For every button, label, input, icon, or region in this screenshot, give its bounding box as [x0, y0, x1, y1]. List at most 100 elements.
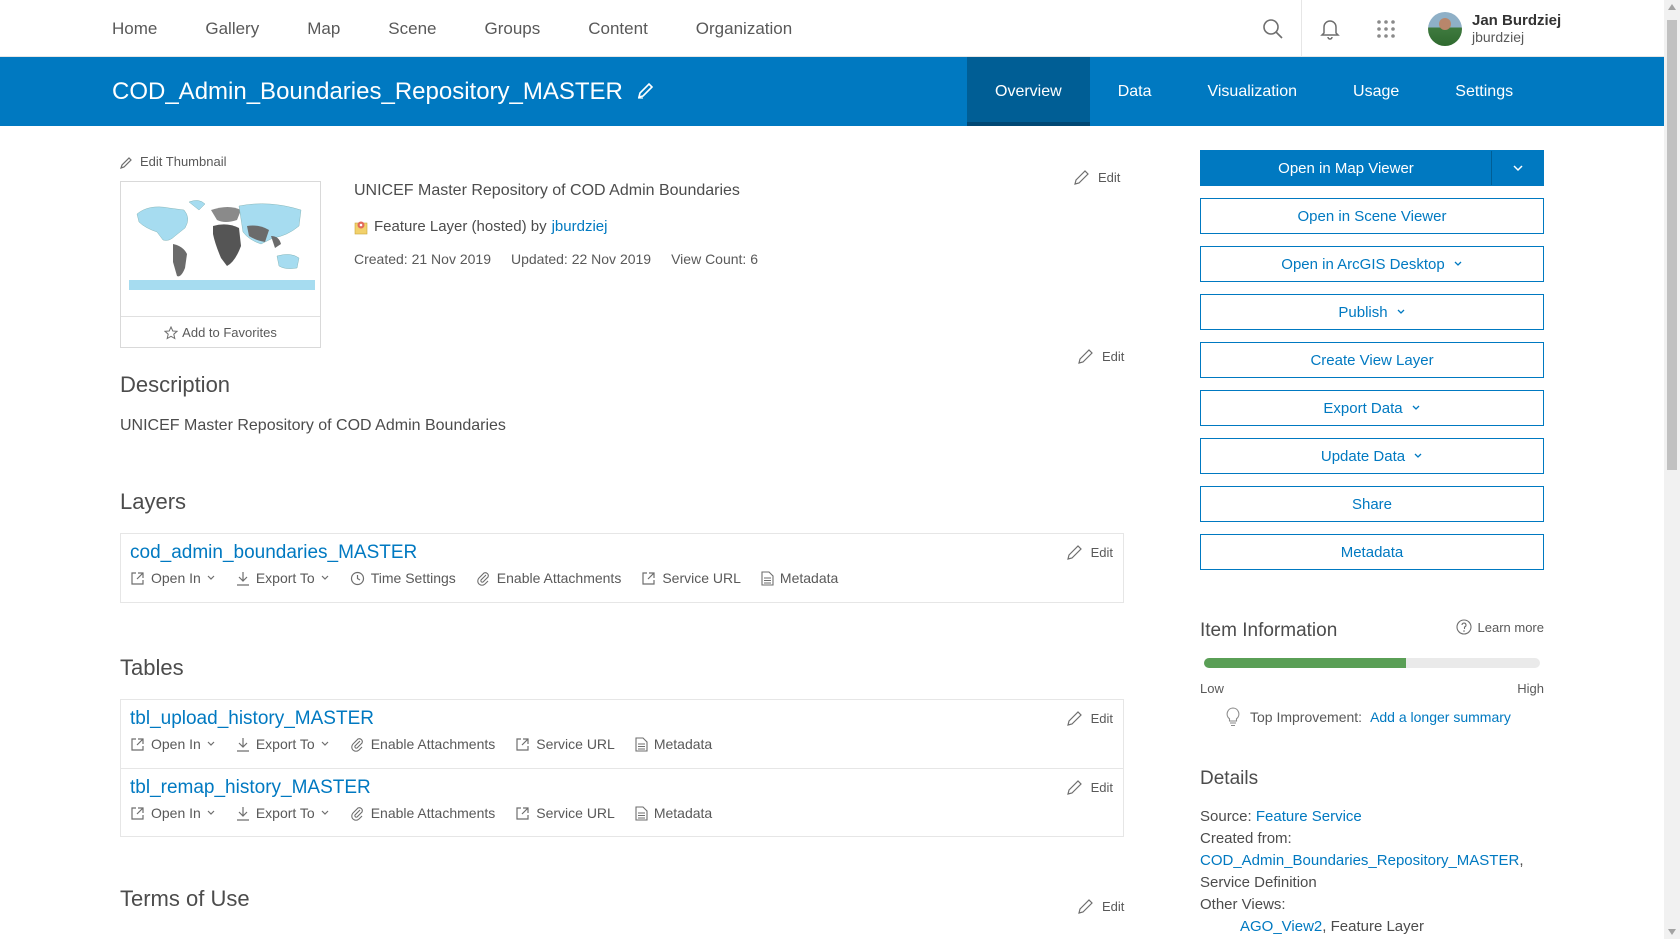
- open-arcgis-desktop-button[interactable]: Open in ArcGIS Desktop: [1200, 246, 1544, 282]
- publish-label: Publish: [1338, 303, 1388, 321]
- time-settings-button[interactable]: Time Settings: [350, 570, 456, 586]
- enable-attachments-button[interactable]: Enable Attachments: [350, 736, 495, 752]
- export-to-dropdown[interactable]: Export To: [236, 736, 330, 752]
- update-data-button[interactable]: Update Data: [1200, 438, 1544, 474]
- table-row: tbl_upload_history_MASTER Edit Open In E…: [121, 700, 1123, 768]
- created-from-link[interactable]: COD_Admin_Boundaries_Repository_MASTER: [1200, 852, 1519, 869]
- top-navigation: Home Gallery Map Scene Groups Content Or…: [0, 0, 1664, 57]
- description-heading: Description: [120, 372, 231, 397]
- edit-terms-button[interactable]: Edit: [1078, 898, 1124, 914]
- open-in-dropdown[interactable]: Open In: [130, 805, 216, 821]
- app-launcher-icon[interactable]: [1358, 0, 1414, 57]
- item-banner: COD_Admin_Boundaries_Repository_MASTER O…: [0, 57, 1664, 126]
- nav-organization[interactable]: Organization: [696, 19, 792, 39]
- metadata-button[interactable]: Metadata: [635, 736, 712, 752]
- edit-table-button[interactable]: Edit: [1066, 710, 1113, 726]
- nav-map[interactable]: Map: [307, 19, 340, 39]
- chevron-down-icon: [1454, 261, 1462, 266]
- details-text: Source: Feature Service Created from: CO…: [1200, 806, 1523, 938]
- tab-visualization[interactable]: Visualization: [1179, 57, 1325, 126]
- metadata-button[interactable]: Metadata: [761, 570, 838, 586]
- open-scene-viewer-label: Open in Scene Viewer: [1297, 207, 1447, 225]
- scroll-up-arrow-icon[interactable]: [1668, 4, 1676, 10]
- item-quality-fill: [1204, 658, 1406, 668]
- time-settings-label: Time Settings: [370, 570, 456, 586]
- chevron-down-icon: [321, 575, 329, 580]
- paperclip-icon: [350, 806, 363, 821]
- pencil-icon: [1066, 711, 1082, 726]
- share-button[interactable]: Share: [1200, 486, 1544, 522]
- scroll-down-arrow-icon[interactable]: [1668, 929, 1676, 935]
- open-in-label: Open In: [151, 570, 201, 586]
- chevron-down-icon: [321, 810, 329, 815]
- map-viewer-dropdown-toggle[interactable]: [1491, 151, 1543, 185]
- enable-attachments-button[interactable]: Enable Attachments: [350, 805, 495, 821]
- edit-summary-button[interactable]: Edit: [1074, 169, 1120, 185]
- learn-more-link[interactable]: Learn more: [1455, 619, 1544, 635]
- download-icon: [236, 806, 249, 821]
- tables-card: tbl_upload_history_MASTER Edit Open In E…: [120, 699, 1124, 837]
- owner-link[interactable]: jburdziej: [552, 218, 608, 235]
- top-improvement-link[interactable]: Add a longer summary: [1370, 709, 1511, 725]
- item-dates: Created: 21 Nov 2019 Updated: 22 Nov 201…: [354, 251, 778, 267]
- tab-overview[interactable]: Overview: [967, 57, 1090, 126]
- export-data-label: Export Data: [1323, 399, 1403, 417]
- metadata-button[interactable]: Metadata: [635, 805, 712, 821]
- export-to-dropdown[interactable]: Export To: [236, 570, 330, 586]
- nav-home[interactable]: Home: [112, 19, 157, 39]
- nav-gallery[interactable]: Gallery: [205, 19, 259, 39]
- nav-scene[interactable]: Scene: [388, 19, 436, 39]
- pencil-icon: [1066, 545, 1082, 560]
- export-to-dropdown[interactable]: Export To: [236, 805, 330, 821]
- service-url-button[interactable]: Service URL: [515, 736, 615, 752]
- view-count: View Count: 6: [671, 251, 758, 267]
- edit-thumbnail-link[interactable]: Edit Thumbnail: [120, 154, 226, 169]
- learn-more-label: Learn more: [1477, 619, 1544, 635]
- user-menu[interactable]: Jan Burdziej jburdziej: [1414, 0, 1664, 57]
- other-view-link[interactable]: AGO_View2: [1240, 918, 1322, 935]
- source-link[interactable]: Feature Service: [1256, 808, 1362, 825]
- service-definition-text: Service Definition: [1200, 874, 1317, 891]
- edit-title-icon[interactable]: [637, 78, 655, 106]
- edit-description-button[interactable]: Edit: [1078, 348, 1124, 364]
- table-title-link[interactable]: tbl_upload_history_MASTER: [130, 708, 374, 730]
- created-from-label: Created from:: [1200, 830, 1292, 847]
- lightbulb-icon: [1226, 707, 1240, 727]
- scrollbar-thumb[interactable]: [1667, 20, 1677, 470]
- search-icon[interactable]: [1245, 0, 1301, 57]
- pencil-icon: [120, 156, 132, 169]
- details-heading: Details: [1200, 768, 1259, 789]
- quality-low-label: Low: [1200, 681, 1224, 696]
- create-view-layer-button[interactable]: Create View Layer: [1200, 342, 1544, 378]
- launch-icon: [131, 806, 144, 820]
- open-map-viewer-label: Open in Map Viewer: [1278, 159, 1414, 177]
- open-in-dropdown[interactable]: Open In: [130, 570, 216, 586]
- bell-icon[interactable]: [1302, 0, 1358, 57]
- user-name: Jan Burdziej: [1472, 12, 1562, 29]
- tab-settings[interactable]: Settings: [1427, 57, 1541, 126]
- enable-attachments-button[interactable]: Enable Attachments: [476, 570, 621, 586]
- nav-content[interactable]: Content: [588, 19, 648, 39]
- download-icon: [236, 571, 249, 586]
- open-map-viewer-button[interactable]: Open in Map Viewer: [1200, 150, 1544, 186]
- add-to-favorites-button[interactable]: Add to Favorites: [121, 316, 320, 348]
- open-in-dropdown[interactable]: Open In: [130, 736, 216, 752]
- publish-button[interactable]: Publish: [1200, 294, 1544, 330]
- metadata-sidebar-button[interactable]: Metadata: [1200, 534, 1544, 570]
- update-data-label: Update Data: [1320, 447, 1406, 465]
- metadata-label: Metadata: [653, 736, 713, 752]
- layer-title-link[interactable]: cod_admin_boundaries_MASTER: [130, 542, 417, 564]
- export-data-button[interactable]: Export Data: [1200, 390, 1544, 426]
- tab-usage[interactable]: Usage: [1325, 57, 1427, 126]
- tab-data[interactable]: Data: [1090, 57, 1180, 126]
- service-url-button[interactable]: Service URL: [641, 570, 741, 586]
- nav-groups[interactable]: Groups: [485, 19, 541, 39]
- edit-table-button[interactable]: Edit: [1066, 779, 1113, 795]
- pencil-icon: [1066, 780, 1082, 795]
- pencil-icon: [1074, 170, 1089, 185]
- table-title-link[interactable]: tbl_remap_history_MASTER: [130, 777, 371, 799]
- open-scene-viewer-button[interactable]: Open in Scene Viewer: [1200, 198, 1544, 234]
- page-scrollbar[interactable]: [1664, 0, 1680, 939]
- service-url-button[interactable]: Service URL: [515, 805, 615, 821]
- edit-layer-button[interactable]: Edit: [1066, 544, 1113, 560]
